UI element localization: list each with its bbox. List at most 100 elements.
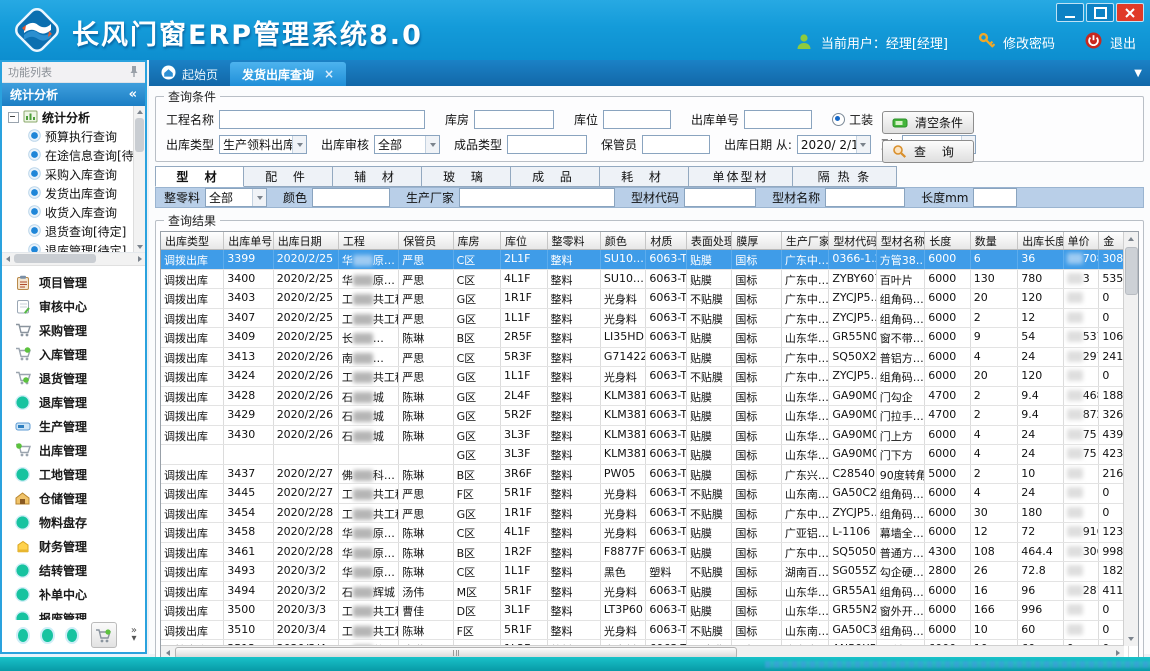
table-row[interactable]: 调拨出库35002020/3/3工共工程曹佳D区3L1F整料LT3P606063… — [161, 601, 1129, 621]
sidebar-item-退货管理[interactable]: 退货管理 — [2, 366, 145, 390]
collapse-left-icon[interactable]: « — [129, 87, 137, 102]
table-row[interactable]: 调拨出库34292020/2/26石城陈琳G区5R2F整料KLM38176063… — [161, 406, 1129, 426]
tree-item-收货入库查询[interactable]: 收货入库查询 — [2, 203, 134, 222]
footer-cart-button[interactable] — [91, 622, 117, 648]
clear-conditions-button[interactable]: 清空条件 — [882, 111, 974, 134]
scroll-left-icon[interactable] — [2, 253, 13, 265]
length-mm-input[interactable] — [973, 188, 1017, 207]
tree-item-采购入库查询[interactable]: 采购入库查询 — [2, 165, 134, 184]
sidebar-item-审核中心[interactable]: 审核中心 — [2, 294, 145, 318]
sidebar-item-财务管理[interactable]: 财务管理 — [2, 534, 145, 558]
scroll-up-icon[interactable] — [1124, 232, 1138, 246]
table-row[interactable]: 调拨出库34582020/2/28华原…陈琳C区4L1F整料光身料6063-T5… — [161, 523, 1129, 543]
warehouse-input[interactable] — [474, 110, 554, 129]
table-row[interactable]: 调拨出库34282020/2/26石城陈琳G区2L4F整料KLM38176063… — [161, 387, 1129, 407]
sidebar-item-项目管理[interactable]: 项目管理 — [2, 270, 145, 294]
material-tab-成品[interactable]: 成 品 — [511, 166, 600, 187]
manufacturer-input[interactable] — [459, 188, 615, 207]
product-type-input[interactable] — [507, 135, 587, 154]
maximize-button[interactable] — [1086, 3, 1114, 22]
column-header-出库长度[interactable]: 出库长度 — [1018, 232, 1063, 249]
table-row[interactable]: 调拨出库34132020/2/26南…严思C区5R3F整料G714226063-… — [161, 348, 1129, 368]
profile-name-input[interactable] — [825, 188, 905, 207]
search-button[interactable]: 查 询 — [882, 140, 974, 163]
column-header-膜厚[interactable]: 膜厚 — [732, 232, 781, 249]
column-header-保管员[interactable]: 保管员 — [399, 232, 453, 249]
date-from-picker[interactable]: 2020/ 2/16 — [797, 135, 871, 154]
tree-item-在途信息查询[待[interactable]: 在途信息查询[待 — [2, 146, 134, 165]
column-header-颜色[interactable]: 颜色 — [601, 232, 646, 249]
sidebar-item-生产管理[interactable]: 生产管理 — [2, 414, 145, 438]
tab-overflow-chevron-icon[interactable]: ▼ — [1134, 68, 1142, 79]
pin-icon[interactable] — [129, 65, 139, 80]
sidebar-item-工地管理[interactable]: 工地管理 — [2, 462, 145, 486]
table-row[interactable]: 调拨出库34542020/2/28工共工程严思G区1R1F整料光身料6063-T… — [161, 504, 1129, 524]
column-header-出库单号[interactable]: 出库单号 — [224, 232, 273, 249]
column-header-库位[interactable]: 库位 — [501, 232, 547, 249]
tree-hscroll-thumb[interactable] — [14, 254, 96, 263]
scroll-down-icon[interactable] — [134, 241, 145, 252]
column-header-长度[interactable]: 长度 — [925, 232, 970, 249]
sidebar-item-报废管理[interactable]: 报废管理 — [2, 606, 145, 620]
outbound-type-select[interactable]: 生产领料出库 — [219, 135, 307, 154]
sidebar-item-退库管理[interactable]: 退库管理 — [2, 390, 145, 414]
column-header-工程[interactable]: 工程 — [339, 232, 399, 249]
table-row[interactable]: 调拨出库34072020/2/25工共工程严思G区1L1F整料光身料6063-T… — [161, 309, 1129, 329]
column-header-整零料[interactable]: 整零料 — [548, 232, 601, 249]
sidebar-group-header[interactable]: 统计分析 « — [2, 83, 145, 106]
tab-shipment-outbound-query[interactable]: 发货出库查询 × — [230, 62, 346, 86]
table-row[interactable]: G区3L3F整料KLM38176063-T5贴膜国标山东华…GA90M09…门下… — [161, 445, 1129, 465]
close-button[interactable] — [1116, 3, 1144, 22]
material-tab-耗材[interactable]: 耗 材 — [600, 166, 689, 187]
tree-item-预算执行查询[interactable]: 预算执行查询 — [2, 127, 134, 146]
outbound-order-input[interactable] — [744, 110, 812, 129]
material-tab-配件[interactable]: 配 件 — [244, 166, 333, 187]
table-row[interactable]: 调拨出库34032020/2/25工共工程严思G区1R1F整料光身料6063-T… — [161, 289, 1129, 309]
column-header-表面处理[interactable]: 表面处理 — [687, 232, 732, 249]
change-password-button[interactable]: 修改密码 — [1003, 33, 1055, 52]
footer-module-dot-icon[interactable] — [42, 629, 52, 642]
column-header-库房[interactable]: 库房 — [454, 232, 501, 249]
tree-item-退库管理[待定][interactable]: 退库管理[待定] — [2, 241, 134, 253]
project-name-input[interactable] — [219, 110, 425, 129]
sidebar-item-出库管理[interactable]: 出库管理 — [2, 438, 145, 462]
tree-item-退货查询[待定][interactable]: 退货查询[待定] — [2, 222, 134, 241]
material-tab-辅材[interactable]: 辅 材 — [333, 166, 422, 187]
table-row[interactable]: 调拨出库33992020/2/25华原…严思C区2L1F整料SU10…6063-… — [161, 250, 1129, 270]
tree-root-statistics[interactable]: 统计分析 — [2, 108, 134, 127]
column-header-出库类型[interactable]: 出库类型 — [161, 232, 224, 249]
location-input[interactable] — [603, 110, 671, 129]
whole-part-select[interactable]: 全部 — [205, 188, 267, 207]
sidebar-item-仓储管理[interactable]: 仓储管理 — [2, 486, 145, 510]
tree-item-发货出库查询[interactable]: 发货出库查询 — [2, 184, 134, 203]
table-row[interactable]: 调拨出库34302020/2/26石城陈琳G区3L3F整料KLM38176063… — [161, 426, 1129, 446]
scroll-up-icon[interactable] — [134, 106, 145, 117]
keeper-input[interactable] — [642, 135, 710, 154]
tree-vertical-scrollbar[interactable] — [133, 106, 145, 252]
tab-close-icon[interactable]: × — [324, 67, 334, 81]
material-tab-隔热条[interactable]: 隔 热 条 — [793, 166, 897, 187]
table-row[interactable]: 调拨出库34242020/2/26工共工程严思G区1L1F整料光身料6063-T… — [161, 367, 1129, 387]
industrial-radio[interactable] — [832, 113, 845, 126]
color-input[interactable] — [312, 188, 390, 207]
column-header-型材代码[interactable]: 型材代码 — [829, 232, 876, 249]
tree-horizontal-scrollbar[interactable] — [2, 253, 145, 266]
material-tab-型材[interactable]: 型 材 — [155, 166, 244, 187]
column-header-型材名称[interactable]: 型材名称 — [877, 232, 925, 249]
scroll-down-icon[interactable] — [1124, 632, 1138, 646]
footer-overflow-button[interactable]: »▾ — [131, 627, 137, 643]
tree-expander-icon[interactable] — [8, 112, 19, 123]
footer-module-dot-icon[interactable] — [67, 629, 77, 642]
outbound-audit-select[interactable]: 全部 — [374, 135, 440, 154]
table-row[interactable]: 调拨出库35102020/3/4工共工程陈琳F区5R1F整料光身料6063-T5… — [161, 621, 1129, 641]
material-tab-玻璃[interactable]: 玻 璃 — [422, 166, 511, 187]
sidebar-item-入库管理[interactable]: 入库管理 — [2, 342, 145, 366]
sidebar-item-补单中心[interactable]: 补单中心 — [2, 582, 145, 606]
material-tab-单体型材[interactable]: 单体型材 — [689, 166, 793, 187]
table-row[interactable]: 调拨出库34092020/2/25长…陈琳B区2R5F整料LI35HD6063-… — [161, 328, 1129, 348]
column-header-出库日期[interactable]: 出库日期 — [274, 232, 339, 249]
tab-home[interactable]: 起始页 — [149, 62, 230, 86]
scroll-right-icon[interactable] — [134, 253, 145, 265]
grid-vertical-scrollbar[interactable] — [1123, 232, 1138, 646]
sidebar-item-结转管理[interactable]: 结转管理 — [2, 558, 145, 582]
